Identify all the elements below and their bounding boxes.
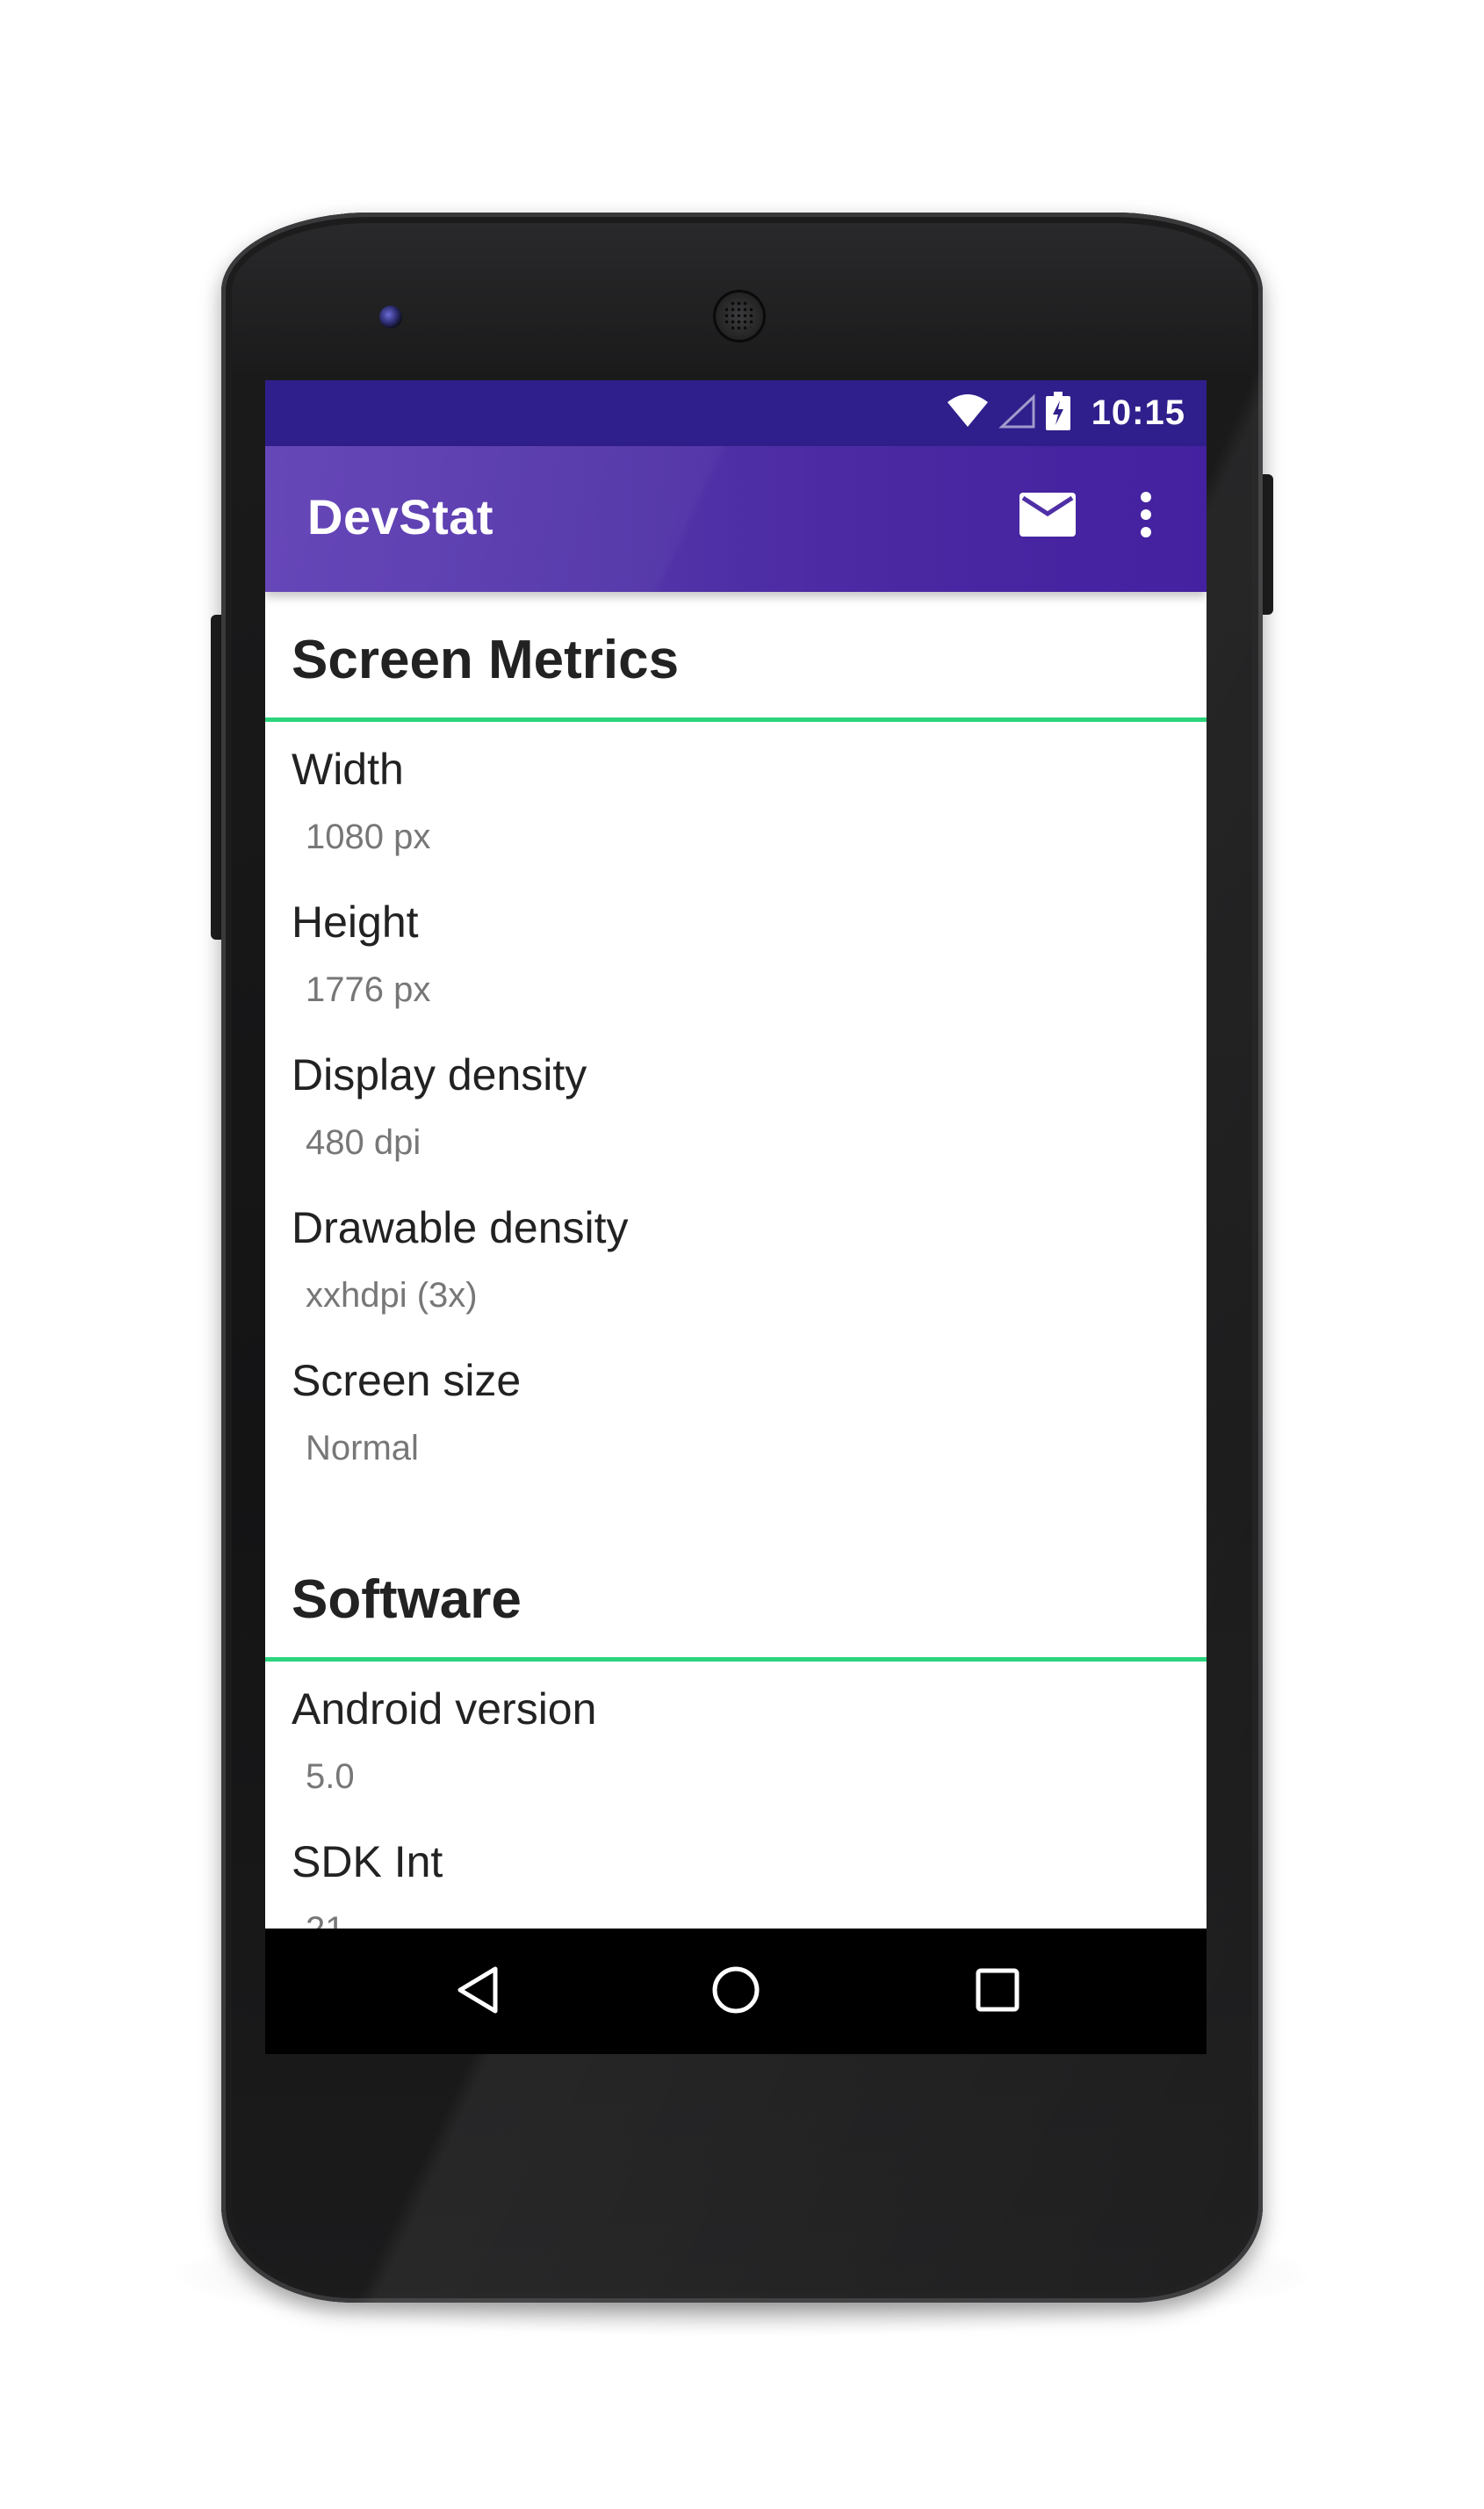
proximity-sensor <box>1045 306 1057 318</box>
item-label: Display density <box>292 1050 587 1099</box>
list-item-screen-size[interactable]: Screen size Normal <box>265 1333 1207 1486</box>
home-icon <box>710 1964 762 2021</box>
mail-icon <box>1019 492 1076 541</box>
device-screen: 10:15 DevStat Screen Metrics Width 1080 … <box>265 380 1207 2054</box>
item-value: Normal <box>306 1429 419 1467</box>
item-value: 480 dpi <box>306 1123 421 1162</box>
item-value: xxhdpi (3x) <box>306 1276 478 1315</box>
mail-button[interactable] <box>1017 490 1078 543</box>
light-sensor <box>1073 306 1085 318</box>
power-button <box>1261 474 1273 615</box>
earpiece-speaker <box>713 290 766 342</box>
app-title: DevStat <box>307 489 494 544</box>
list-item-android-version[interactable]: Android version 5.0 <box>265 1662 1207 1814</box>
item-value: 1776 px <box>306 970 431 1009</box>
app-bar: DevStat <box>265 446 1207 592</box>
section-header-screen-metrics: Screen Metrics <box>265 592 1207 722</box>
battery-charging-icon <box>1045 391 1070 435</box>
recents-icon <box>975 1967 1020 2017</box>
item-label: Android version <box>292 1684 597 1734</box>
stage: 10:15 DevStat Screen Metrics Width 1080 … <box>0 0 1484 2509</box>
section-header-software: Software <box>265 1532 1207 1662</box>
home-button[interactable] <box>702 1958 769 2025</box>
list-item-width[interactable]: Width 1080 px <box>265 722 1207 875</box>
wifi-icon <box>946 393 990 433</box>
list-item-display-density[interactable]: Display density 480 dpi <box>265 1027 1207 1180</box>
cell-signal-icon <box>998 393 1037 433</box>
item-value: 1080 px <box>306 818 431 856</box>
content-list[interactable]: Screen Metrics Width 1080 px Height 1776… <box>265 592 1207 2054</box>
status-icons: 10:15 <box>946 391 1185 435</box>
recents-button[interactable] <box>964 1958 1031 2025</box>
item-label: Width <box>292 745 404 794</box>
front-camera <box>379 306 402 328</box>
list-item-height[interactable]: Height 1776 px <box>265 875 1207 1027</box>
navigation-bar <box>265 1929 1207 2054</box>
item-value: 5.0 <box>306 1757 355 1796</box>
list-item-drawable-density[interactable]: Drawable density xxhdpi (3x) <box>265 1180 1207 1333</box>
item-label: Screen size <box>292 1356 522 1405</box>
item-label: SDK Int <box>292 1837 443 1886</box>
status-bar: 10:15 <box>265 380 1207 446</box>
back-icon <box>453 1964 502 2021</box>
more-options-button[interactable] <box>1124 485 1168 548</box>
status-time: 10:15 <box>1091 393 1185 432</box>
more-vert-icon <box>1140 491 1152 543</box>
item-label: Drawable density <box>292 1203 629 1252</box>
back-button[interactable] <box>444 1958 511 2025</box>
item-label: Height <box>292 898 419 947</box>
